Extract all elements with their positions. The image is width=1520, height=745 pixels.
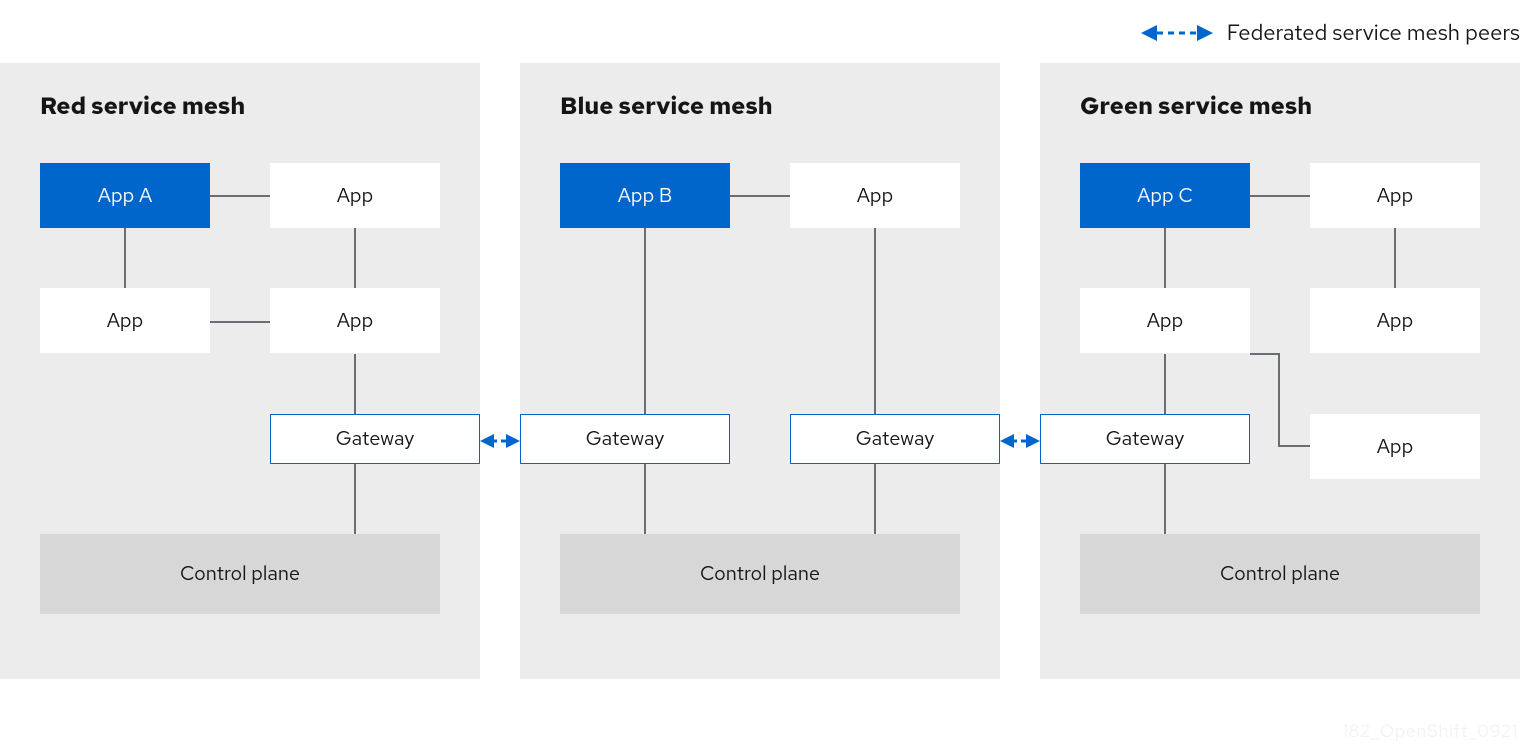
connector <box>354 464 356 534</box>
app-box-primary: App A <box>40 163 210 228</box>
app-box: App <box>790 163 960 228</box>
mesh-title-red: Red service mesh <box>40 91 245 122</box>
app-box-primary: App C <box>1080 163 1250 228</box>
connector <box>730 195 790 197</box>
control-plane-box: Control plane <box>40 534 440 614</box>
app-box: App <box>1310 163 1480 228</box>
connector <box>1164 354 1166 414</box>
connector <box>1278 353 1280 445</box>
gateway-box: Gateway <box>520 414 730 464</box>
control-plane-box: Control plane <box>560 534 960 614</box>
app-box: App <box>270 163 440 228</box>
legend: Federated service mesh peers <box>1141 18 1520 47</box>
gateway-box: Gateway <box>790 414 1000 464</box>
connector <box>210 195 270 197</box>
connector <box>1250 195 1310 197</box>
app-box: App <box>40 288 210 353</box>
connector <box>1278 445 1310 447</box>
app-box-primary: App B <box>560 163 730 228</box>
watermark: 182_OpenShift_0921 <box>1343 720 1518 743</box>
mesh-panel-blue: Blue service mesh App B App Gateway Gate… <box>520 63 1000 679</box>
gateway-box: Gateway <box>270 414 480 464</box>
legend-label: Federated service mesh peers <box>1227 18 1520 47</box>
gateway-box: Gateway <box>1040 414 1250 464</box>
connector <box>1250 353 1280 355</box>
mesh-panel-red: Red service mesh App A App App App Gatew… <box>0 63 480 679</box>
connector <box>874 228 876 414</box>
mesh-panel-green: Green service mesh App C App App App App… <box>1040 63 1520 679</box>
app-box: App <box>1080 288 1250 353</box>
connector <box>1164 228 1166 288</box>
peer-arrow-icon <box>480 432 520 450</box>
mesh-title-blue: Blue service mesh <box>560 91 773 122</box>
control-plane-box: Control plane <box>1080 534 1480 614</box>
app-box: App <box>270 288 440 353</box>
mesh-title-green: Green service mesh <box>1080 91 1312 122</box>
bidirectional-arrow-icon <box>1141 24 1213 42</box>
connector <box>1164 464 1166 534</box>
connector <box>644 464 646 534</box>
app-box: App <box>1310 414 1480 479</box>
connector <box>354 228 356 288</box>
connector <box>874 464 876 534</box>
app-box: App <box>1310 288 1480 353</box>
peer-arrow-icon <box>1000 432 1040 450</box>
connector <box>354 354 356 414</box>
connector <box>210 321 270 323</box>
connector <box>644 228 646 414</box>
connector <box>1394 228 1396 288</box>
connector <box>124 228 126 288</box>
